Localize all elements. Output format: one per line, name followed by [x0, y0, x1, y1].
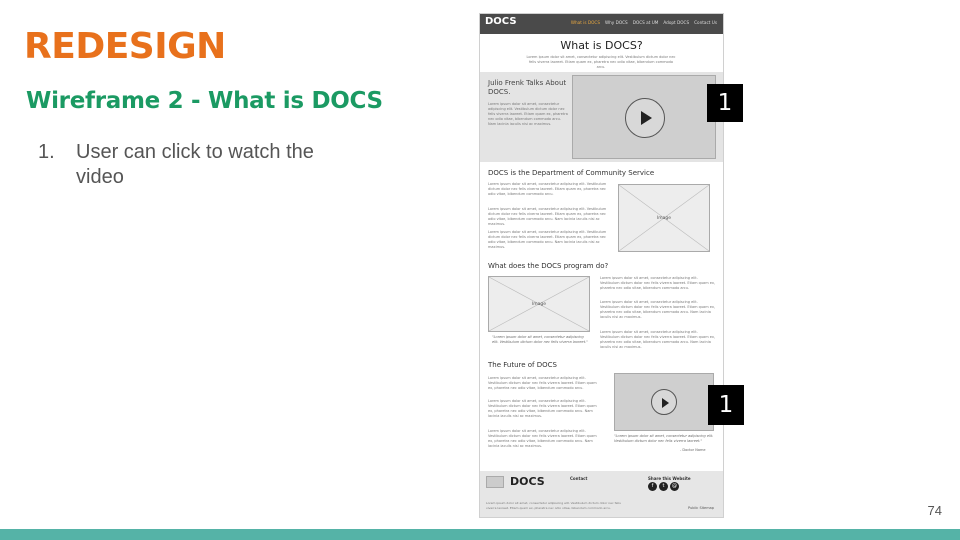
- section2-caption: "Lorem ipsum dolor sit amet, consectetur…: [492, 335, 588, 344]
- page-number: 74: [927, 503, 942, 518]
- wireframe-logo[interactable]: DOCS: [485, 16, 517, 27]
- hero-video-player[interactable]: [572, 75, 716, 159]
- section2-image-placeholder: Image: [488, 276, 590, 332]
- wireframe-footer: DOCS Contact Share this Website f t @ Lo…: [480, 471, 723, 517]
- section1-text-1: Lorem ipsum dolor sit amet, consectetur …: [488, 182, 607, 196]
- section2-text-1: Lorem ipsum dolor sit amet, consectetur …: [600, 276, 716, 290]
- future-video-player[interactable]: [614, 373, 714, 431]
- wireframe-navbar: DOCS What is DOCS Why DOCS DOCS at UM Ad…: [480, 14, 723, 34]
- wireframe-page-title: What is DOCS?: [560, 39, 643, 52]
- footer-logo[interactable]: DOCS: [510, 475, 545, 488]
- section3-text-1: Lorem ipsum dolor sit amet, consectetur …: [488, 376, 597, 390]
- image-label: Image: [656, 216, 672, 221]
- wireframe-nav-menu: What is DOCS Why DOCS DOCS at UM Adopt D…: [571, 20, 717, 25]
- hero-text: Lorem ipsum dolor sit amet, consectetur …: [488, 102, 568, 126]
- footer-contact-label: Contact: [570, 476, 588, 481]
- play-button-icon[interactable]: [625, 98, 665, 138]
- nav-item-docs-at-um[interactable]: DOCS at UM: [633, 20, 659, 25]
- annotation-badge: 1: [708, 385, 744, 425]
- section3-attribution: - Doctor Name: [680, 448, 706, 452]
- section3-text-2: Lorem ipsum dolor sit amet, consectetur …: [488, 399, 597, 418]
- section3-text-3: Lorem ipsum dolor sit amet, consectetur …: [488, 429, 597, 448]
- nav-item-why-docs[interactable]: Why DOCS: [605, 20, 628, 25]
- section1-image-placeholder: Image: [618, 184, 710, 252]
- image-label: Image: [531, 302, 547, 307]
- twitter-icon[interactable]: t: [659, 482, 668, 491]
- section1-text-3: Lorem ipsum dolor sit amet, consectetur …: [488, 230, 607, 249]
- wireframe-mockup: DOCS What is DOCS Why DOCS DOCS at UM Ad…: [479, 13, 724, 518]
- email-icon[interactable]: @: [670, 482, 679, 491]
- bullet-number: 1.: [38, 141, 55, 163]
- section2-text-3: Lorem ipsum dolor sit amet, consectetur …: [600, 330, 716, 349]
- bullet-text: User can click to watch the video: [76, 141, 314, 188]
- section2-text-2: Lorem ipsum dolor sit amet, consectetur …: [600, 300, 716, 319]
- slide-subtitle: Wireframe 2 - What is DOCS: [26, 88, 383, 114]
- section2-title: What does the DOCS program do?: [488, 262, 609, 270]
- play-button-icon[interactable]: [651, 389, 677, 415]
- section3-title: The Future of DOCS: [488, 361, 557, 369]
- wireframe-intro-text: Lorem ipsum dolor sit amet, consectetur …: [526, 55, 676, 69]
- section3-caption: "Lorem ipsum dolor sit amet, consectetur…: [614, 434, 714, 443]
- nav-item-contact-us[interactable]: Contact Us: [694, 20, 717, 25]
- footer-right-note[interactable]: Public Sitemap: [688, 506, 714, 510]
- footer-text: Lorem ipsum dolor sit amet, consectetur …: [486, 501, 621, 510]
- section1-title: DOCS is the Department of Community Serv…: [488, 169, 655, 177]
- facebook-icon[interactable]: f: [648, 482, 657, 491]
- section1-text-2: Lorem ipsum dolor sit amet, consectetur …: [488, 207, 607, 226]
- nav-item-adopt-docs[interactable]: Adopt DOCS: [663, 20, 689, 25]
- annotation-badge: 1: [707, 84, 743, 122]
- footer-share-label: Share this Website: [648, 476, 691, 481]
- hero-title: Julio Frenk Talks About DOCS.: [488, 79, 567, 96]
- nav-item-what-is-docs[interactable]: What is DOCS: [571, 20, 600, 25]
- footer-logo-placeholder: [486, 476, 504, 488]
- bottom-accent-bar: [0, 529, 960, 540]
- slide-title: REDESIGN: [24, 26, 226, 67]
